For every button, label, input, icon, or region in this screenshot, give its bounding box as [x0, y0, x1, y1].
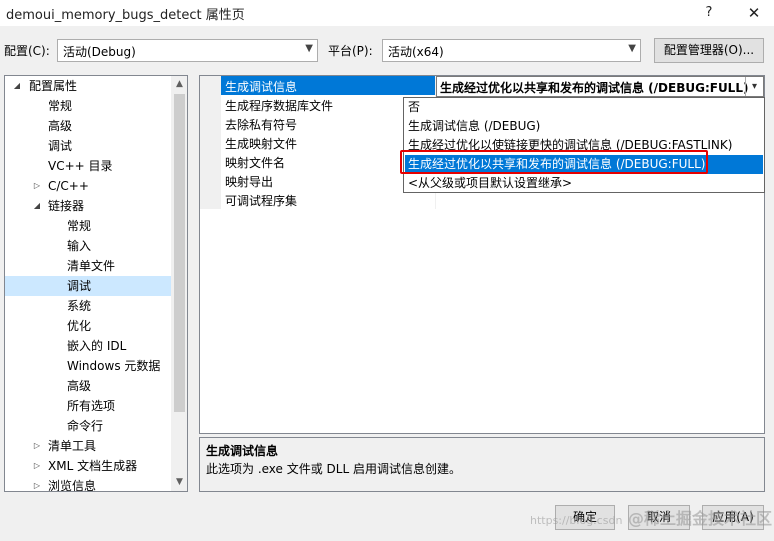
dropdown-option-debug[interactable]: 生成调试信息 (/DEBUG) [405, 117, 763, 136]
dropdown-option-inherit[interactable]: <从父级或项目默认设置继承> [405, 174, 763, 193]
property-name: 映射文件名 [225, 156, 286, 170]
chevron-down-icon[interactable]: ▾ [745, 77, 763, 96]
tree-item-linker-manifest[interactable]: 清单文件 [5, 256, 171, 276]
tree-item-linker-command-line[interactable]: 命令行 [5, 416, 171, 436]
debug-info-value: 生成经过优化以共享和发布的调试信息 (/DEBUG:FULL) [440, 81, 749, 95]
scroll-down-icon[interactable]: ▼ [171, 474, 187, 491]
tree-item-label: VC++ 目录 [48, 159, 113, 173]
description-title: 生成调试信息 [206, 444, 279, 458]
watermark-url: https://blog.csdn [530, 514, 623, 527]
tree-item-general[interactable]: 常规 [5, 96, 171, 116]
property-tree: ◢ 配置属性 常规 高级 调试 VC++ 目录 ▷ C/C++ ◢ 链接器 常规… [4, 75, 188, 492]
window-title: demoui_memory_bugs_detect 属性页 [6, 8, 245, 23]
description-panel: 生成调试信息 此选项为 .exe 文件或 DLL 启用调试信息创建。 [199, 437, 765, 492]
tree-item-linker-all-options[interactable]: 所有选项 [5, 396, 171, 416]
tree-item-linker-optimization[interactable]: 优化 [5, 316, 171, 336]
configuration-manager-button[interactable]: 配置管理器(O)... [654, 38, 764, 63]
configuration-label: 配置(C): [4, 44, 50, 58]
tree-item-label: 命令行 [67, 419, 104, 433]
tree-item-linker-embedded-idl[interactable]: 嵌入的 IDL [5, 336, 171, 356]
tree-item-linker[interactable]: ◢ 链接器 [5, 196, 171, 216]
watermark-text: @稀土掘金技术社区 [628, 509, 773, 528]
expander-icon[interactable]: ▷ [31, 456, 43, 476]
tree-item-advanced[interactable]: 高级 [5, 116, 171, 136]
debug-info-dropdown-list: 否 生成调试信息 (/DEBUG) 生成经过优化以使链接更快的调试信息 (/DE… [403, 97, 765, 193]
tree-item-linker-input[interactable]: 输入 [5, 236, 171, 256]
tree-item-label: 链接器 [48, 199, 85, 213]
tree-item-cpp[interactable]: ▷ C/C++ [5, 176, 171, 196]
help-button[interactable]: ? [694, 0, 724, 26]
chevron-down-icon: ▼ [305, 43, 313, 54]
tree-item-browse-info[interactable]: ▷ 浏览信息 [5, 476, 171, 492]
platform-value: 活动(x64) [388, 45, 444, 59]
tree-item-config-properties[interactable]: ◢ 配置属性 [5, 76, 171, 96]
watermark: https://blog.csdn @稀土掘金技术社区 [530, 505, 772, 529]
title-bar: demoui_memory_bugs_detect 属性页 ? ✕ [0, 0, 774, 26]
property-name: 可调试程序集 [225, 194, 298, 208]
property-name: 生成映射文件 [225, 137, 298, 151]
expander-icon[interactable]: ◢ [11, 76, 23, 96]
dropdown-option-no[interactable]: 否 [405, 98, 763, 117]
tree-item-label: 高级 [67, 379, 92, 393]
platform-combo[interactable]: 活动(x64) ▼ [382, 39, 641, 62]
tree-item-label: 配置属性 [29, 79, 78, 93]
property-name: 映射导出 [225, 175, 274, 189]
tree-item-label: 常规 [48, 99, 73, 113]
tree-item-linker-general[interactable]: 常规 [5, 216, 171, 236]
tree-item-label: 输入 [67, 239, 92, 253]
expander-icon[interactable]: ▷ [31, 176, 43, 196]
tree-item-label: 系统 [67, 299, 92, 313]
tree-item-label: 调试 [67, 279, 92, 293]
tree-item-vc-directories[interactable]: VC++ 目录 [5, 156, 171, 176]
tree-item-label: 优化 [67, 319, 92, 333]
property-name: 生成程序数据库文件 [225, 99, 334, 113]
description-text: 此选项为 .exe 文件或 DLL 启用调试信息创建。 [206, 462, 461, 476]
tree-item-label: 高级 [48, 119, 73, 133]
tree-item-label: 清单文件 [67, 259, 116, 273]
expander-icon[interactable]: ◢ [31, 196, 43, 216]
tree-item-label: 所有选项 [67, 399, 116, 413]
property-name: 去除私有符号 [225, 118, 298, 132]
close-button[interactable]: ✕ [734, 0, 774, 26]
tree-item-xml-doc-generator[interactable]: ▷ XML 文档生成器 [5, 456, 171, 476]
expander-icon[interactable]: ▷ [31, 436, 43, 456]
highlight-annotation [400, 150, 708, 174]
tree-scrollbar[interactable]: ▲ ▼ [171, 76, 187, 491]
tree-item-linker-windows-metadata[interactable]: Windows 元数据 [5, 356, 171, 376]
chevron-down-icon: ▼ [628, 43, 636, 54]
tree-item-label: XML 文档生成器 [48, 459, 138, 473]
tree-item-label: 调试 [48, 139, 73, 153]
expander-icon[interactable]: ▷ [31, 476, 43, 491]
property-name: 生成调试信息 [225, 80, 298, 94]
tree-item-label: C/C++ [48, 179, 89, 193]
tree-item-label: 嵌入的 IDL [67, 339, 127, 353]
scroll-up-icon[interactable]: ▲ [171, 76, 187, 93]
tree-item-label: 清单工具 [48, 439, 97, 453]
tree-item-linker-system[interactable]: 系统 [5, 296, 171, 316]
tree-item-label: 常规 [67, 219, 92, 233]
tree-item-label: 浏览信息 [48, 479, 97, 492]
configuration-combo[interactable]: 活动(Debug) ▼ [57, 39, 318, 62]
tree-item-label: Windows 元数据 [67, 359, 161, 373]
configuration-value: 活动(Debug) [63, 45, 136, 59]
tree-item-linker-debugging[interactable]: 调试 [5, 276, 171, 296]
scroll-thumb[interactable] [174, 94, 185, 412]
tree-item-debugging[interactable]: 调试 [5, 136, 171, 156]
tree-item-manifest-tool[interactable]: ▷ 清单工具 [5, 436, 171, 456]
platform-label: 平台(P): [328, 44, 373, 58]
tree-item-linker-advanced[interactable]: 高级 [5, 376, 171, 396]
debug-info-value-combo[interactable]: 生成经过优化以共享和发布的调试信息 (/DEBUG:FULL) ▾ [436, 76, 764, 97]
